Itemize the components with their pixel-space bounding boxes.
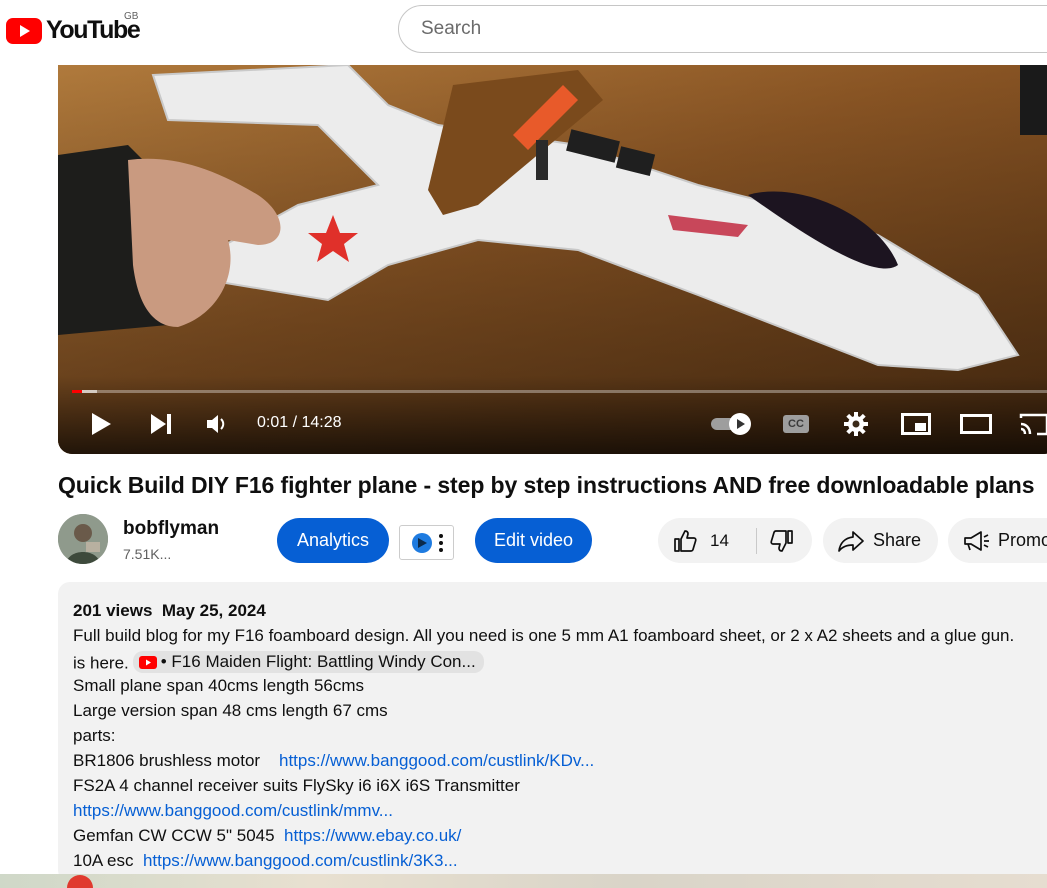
description-line: Full build blog for my F16 foamboard des… [73, 626, 1015, 645]
share-icon [838, 530, 864, 552]
miniplayer-icon [901, 413, 931, 435]
description-line: BR1806 brushless motor https://www.bangg… [73, 751, 594, 771]
next-icon [151, 414, 171, 434]
description-line: Small plane span 40cms length 56cms [73, 676, 365, 695]
channel-name[interactable]: bobflyman [123, 518, 219, 540]
linked-video-title: • F16 Maiden Flight: Battling Windy Con.… [160, 652, 476, 671]
youtube-play-icon [6, 17, 42, 44]
cast-button[interactable] [1016, 408, 1047, 440]
subscriber-count: 7.51K... [123, 546, 172, 562]
upload-date: May 25, 2024 [161, 601, 266, 620]
description-line: parts: [73, 726, 116, 745]
description-text: is here. [73, 653, 129, 673]
description-text: BR1806 brushless motor [73, 751, 261, 770]
linked-video-chip[interactable]: • F16 Maiden Flight: Battling Windy Con.… [132, 651, 484, 673]
play-button[interactable] [86, 408, 116, 440]
extension-badge-icon [411, 532, 432, 553]
next-button[interactable] [146, 408, 176, 440]
edit-video-button[interactable]: Edit video [475, 518, 592, 563]
country-code: GB [124, 11, 139, 22]
like-dislike-group: 14 [658, 518, 812, 563]
promote-button[interactable]: Promote [948, 518, 1047, 563]
time-total: 14:28 [301, 414, 342, 431]
more-vertical-icon [438, 533, 443, 552]
autoplay-toggle-icon [711, 413, 751, 435]
like-count: 14 [710, 530, 729, 550]
volume-button[interactable] [202, 408, 232, 440]
share-label: Share [873, 530, 922, 550]
description-text: Gemfan CW CCW 5" 5045 [73, 826, 275, 845]
receiver-link[interactable]: https://www.banggood.com/custlink/mmv... [73, 801, 393, 820]
youtube-logo[interactable]: YouTube [6, 16, 141, 45]
youtube-mini-icon [138, 655, 157, 669]
esc-link[interactable]: https://www.banggood.com/custlink/3K3... [143, 851, 458, 870]
description-line: Large version span 48 cms length 67 cms [73, 701, 388, 720]
video-frame [58, 65, 1047, 454]
prop-link[interactable]: https://www.ebay.co.uk/ [284, 826, 461, 845]
masthead: YouTube GB [0, 0, 1047, 62]
like-button[interactable]: 14 [658, 518, 756, 563]
video-title: Quick Build DIY F16 fighter plane - step… [58, 472, 1035, 498]
cc-label: CC [788, 418, 804, 430]
motor-link[interactable]: https://www.banggood.com/custlink/KDv... [279, 751, 594, 770]
os-taskbar [0, 874, 1047, 888]
time-current: 0:01 [257, 414, 289, 431]
progress-bar[interactable] [72, 390, 1047, 393]
volume-icon [207, 415, 225, 433]
description-panel[interactable]: 201 views May 25, 2024 Full build blog f… [58, 582, 1047, 882]
search-box[interactable] [398, 5, 1047, 53]
description-text: 10A esc [73, 851, 134, 870]
extension-button[interactable] [399, 525, 454, 560]
subtitles-button[interactable]: CC [778, 408, 814, 440]
view-count: 201 views [73, 601, 153, 620]
description-line: FS2A 4 channel receiver suits FlySky i6 … [73, 776, 520, 795]
gear-icon [844, 412, 868, 436]
channel-avatar[interactable] [58, 514, 108, 564]
description-meta: 201 views May 25, 2024 [73, 601, 266, 621]
thumbs-up-icon [674, 529, 697, 552]
description-line: https://www.banggood.com/custlink/mmv... [73, 801, 393, 821]
settings-button[interactable] [838, 408, 874, 440]
theater-icon [960, 414, 992, 434]
miniplayer-button[interactable] [898, 408, 934, 440]
avatar-image [58, 514, 108, 564]
autoplay-toggle[interactable] [708, 408, 756, 440]
time-display: 0:01 / 14:28 [257, 414, 342, 432]
dislike-button[interactable] [757, 518, 795, 563]
play-icon [92, 413, 111, 435]
promote-label: Promote [998, 530, 1047, 550]
megaphone-icon [964, 530, 989, 551]
time-separator: / [288, 414, 302, 431]
search-input[interactable] [419, 17, 923, 41]
theater-mode-button[interactable] [958, 408, 994, 440]
thumbs-down-icon [770, 529, 793, 552]
cast-icon [1019, 413, 1047, 436]
taskbar-app-icon [67, 875, 93, 888]
description-line: Gemfan CW CCW 5" 5045 https://www.ebay.c… [73, 826, 461, 846]
progress-played [72, 390, 82, 393]
description-line: 10A esc https://www.banggood.com/custlin… [73, 851, 458, 871]
video-player[interactable]: 0:01 / 14:28 CC [58, 65, 1047, 454]
analytics-button[interactable]: Analytics [277, 518, 389, 563]
description-line: is here. • F16 Maiden Flight: Battling Wi… [73, 651, 484, 674]
share-button[interactable]: Share [823, 518, 938, 563]
